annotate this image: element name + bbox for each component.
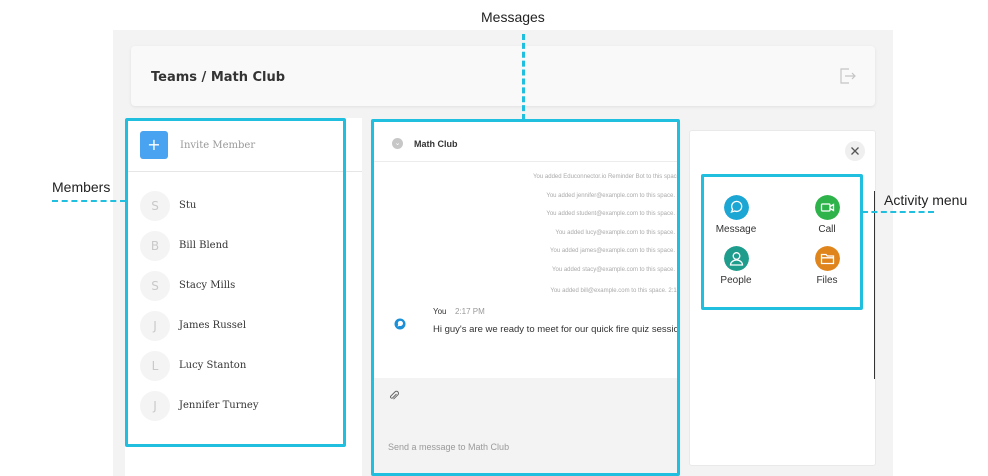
page-header: Teams / Math Club <box>131 46 875 106</box>
messages-highlight-box <box>371 119 680 476</box>
exit-icon[interactable] <box>837 66 857 86</box>
activity-menu-highlight-box <box>701 174 863 310</box>
members-highlight-box <box>125 118 346 447</box>
close-icon <box>851 147 859 155</box>
activity-menu-annotation-label: Activity menu <box>884 192 968 208</box>
messages-annotation-line <box>522 34 525 120</box>
members-annotation-line <box>52 200 126 202</box>
scrollbar[interactable] <box>874 191 875 379</box>
messages-annotation-label: Messages <box>481 9 545 25</box>
breadcrumb: Teams / Math Club <box>151 70 286 85</box>
members-annotation-label: Members <box>52 179 111 195</box>
close-button[interactable] <box>845 141 865 161</box>
activity-menu-annotation-line <box>862 211 934 213</box>
